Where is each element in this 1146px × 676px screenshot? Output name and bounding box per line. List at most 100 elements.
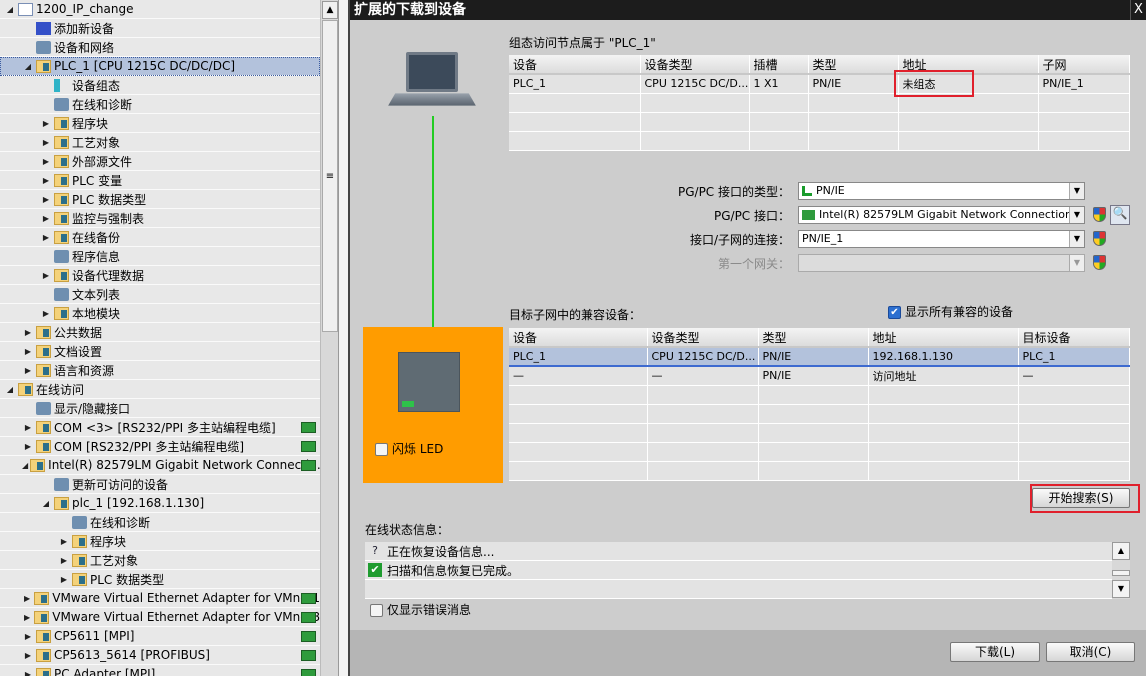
column-header[interactable]: 类型 [808, 55, 899, 75]
tree-item[interactable]: 更新可访问的设备 [0, 475, 320, 494]
tree-item[interactable]: ◢ Intel(R) 82579LM Gigabit Network Connec… [0, 456, 320, 475]
tree-item[interactable]: ▶ 本地模块 [0, 304, 320, 323]
tree-item[interactable]: ▶ PLC 数据类型 [0, 570, 320, 589]
table-row[interactable] [509, 131, 1130, 151]
column-header[interactable]: 插槽 [749, 55, 809, 75]
column-header[interactable]: 设备类型 [640, 55, 750, 75]
column-header[interactable]: 设备 [509, 328, 648, 348]
tree-item[interactable]: ▶ VMware Virtual Ethernet Adapter for VMn… [0, 589, 320, 608]
expanded-arrow-icon[interactable]: ◢ [4, 385, 16, 394]
gateway-select[interactable]: ▼ [798, 254, 1085, 272]
column-header[interactable]: 子网 [1038, 55, 1130, 75]
subnet-connection-select[interactable]: PN/IE_1 ▼ [798, 230, 1085, 248]
collapsed-arrow-icon[interactable]: ▶ [40, 157, 52, 166]
collapsed-arrow-icon[interactable]: ▶ [22, 347, 34, 356]
tree-item[interactable]: ▶ 程序块 [0, 114, 320, 133]
show-all-checkbox[interactable]: ✔ 显示所有兼容的设备 [888, 303, 1013, 320]
tree-item[interactable]: 在线和诊断 [0, 513, 320, 532]
tree-item[interactable]: ▶ 工艺对象 [0, 551, 320, 570]
tree-item[interactable]: ▶ CP5611 [MPI] [0, 627, 320, 646]
tree-item[interactable]: 添加新设备 [0, 19, 320, 38]
collapsed-arrow-icon[interactable]: ▶ [40, 176, 52, 185]
tree-item[interactable]: ▶ 程序块 [0, 532, 320, 551]
table-row[interactable] [509, 404, 1130, 424]
table-row[interactable] [509, 385, 1130, 405]
tree-item[interactable]: ▶ CP5613_5614 [PROFIBUS] [0, 646, 320, 665]
column-header[interactable]: 设备 [509, 55, 641, 75]
pgpc-interface-select[interactable]: Intel(R) 82579LM Gigabit Network Connect… [798, 206, 1085, 224]
column-header[interactable]: 地址 [868, 328, 1019, 348]
tree-item[interactable]: ◢ 在线访问 [0, 380, 320, 399]
cancel-button[interactable]: 取消(C) [1046, 642, 1135, 662]
tree-item[interactable]: ▶ PLC 变量 [0, 171, 320, 190]
collapsed-arrow-icon[interactable]: ▶ [22, 651, 34, 660]
collapsed-arrow-icon[interactable]: ▶ [40, 233, 52, 242]
tree-item[interactable]: 显示/隐藏接口 [0, 399, 320, 418]
download-button[interactable]: 下载(L) [950, 642, 1040, 662]
collapsed-arrow-icon[interactable]: ▶ [22, 632, 34, 641]
collapsed-arrow-icon[interactable]: ▶ [40, 195, 52, 204]
table-row[interactable] [509, 461, 1130, 481]
status-scrollbar[interactable]: ▲ ▼ [1112, 542, 1130, 599]
scroll-up-button[interactable]: ▲ [322, 1, 338, 19]
collapsed-arrow-icon[interactable]: ▶ [40, 214, 52, 223]
errors-only-checkbox[interactable]: 仅显示错误消息 [370, 601, 471, 618]
collapsed-arrow-icon[interactable]: ▶ [40, 271, 52, 280]
column-header[interactable]: 目标设备 [1018, 328, 1130, 348]
tree-item[interactable]: ▶ COM [RS232/PPI 多主站编程电缆] [0, 437, 320, 456]
collapsed-arrow-icon[interactable]: ▶ [58, 556, 70, 565]
collapsed-arrow-icon[interactable]: ▶ [22, 613, 32, 622]
collapsed-arrow-icon[interactable]: ▶ [40, 138, 52, 147]
tree-scrollbar[interactable]: ▲ ≡ [320, 0, 338, 676]
scroll-down-button[interactable]: ▼ [1112, 580, 1130, 598]
collapsed-arrow-icon[interactable]: ▶ [22, 328, 34, 337]
table-row[interactable] [509, 423, 1130, 443]
tree-item[interactable]: ▶ 公共数据 [0, 323, 320, 342]
tree-item[interactable]: ▶ 监控与强制表 [0, 209, 320, 228]
tree-item[interactable]: ◢ plc_1 [192.168.1.130] [0, 494, 320, 513]
collapsed-arrow-icon[interactable]: ▶ [58, 575, 70, 584]
tree-item[interactable]: ▶ 文档设置 [0, 342, 320, 361]
tree-item[interactable]: ▶ PC Adapter [MPI] [0, 665, 320, 676]
table-row[interactable]: — — PN/IE 访问地址 — [509, 366, 1130, 386]
table-row[interactable]: PLC_1 CPU 1215C DC/D... PN/IE 192.168.1.130… [509, 346, 1130, 367]
tree-item[interactable]: 程序信息 [0, 247, 320, 266]
collapsed-arrow-icon[interactable]: ▶ [22, 670, 34, 676]
pgpc-type-select[interactable]: PN/IE ▼ [798, 182, 1085, 200]
collapsed-arrow-icon[interactable]: ▶ [40, 309, 52, 318]
tree-item[interactable]: ▶ 工艺对象 [0, 133, 320, 152]
tree-item[interactable]: 设备组态 [0, 76, 320, 95]
collapsed-arrow-icon[interactable]: ▶ [40, 119, 52, 128]
tree-item[interactable]: 文本列表 [0, 285, 320, 304]
tree-item[interactable]: ◢ PLC_1 [CPU 1215C DC/DC/DC] [0, 57, 320, 76]
tree-item[interactable]: 设备和网络 [0, 38, 320, 57]
table-row[interactable] [509, 442, 1130, 462]
search-interface-button[interactable]: 🔍 [1110, 205, 1130, 225]
tree-item[interactable]: ◢ 1200_IP_change [0, 0, 320, 19]
table-row[interactable] [509, 112, 1130, 132]
column-header[interactable]: 设备类型 [647, 328, 759, 348]
scroll-thumb[interactable] [1112, 570, 1130, 576]
tree-item[interactable]: 在线和诊断 [0, 95, 320, 114]
scroll-thumb[interactable]: ≡ [322, 20, 338, 332]
column-header[interactable]: 类型 [758, 328, 869, 348]
collapsed-arrow-icon[interactable]: ▶ [22, 594, 32, 603]
expanded-arrow-icon[interactable]: ◢ [22, 62, 34, 71]
collapsed-arrow-icon[interactable]: ▶ [22, 366, 34, 375]
flash-led-checkbox[interactable]: 闪烁 LED [375, 440, 443, 457]
scroll-up-button[interactable]: ▲ [1112, 542, 1130, 560]
table-row[interactable] [509, 93, 1130, 113]
tree-item[interactable]: ▶ COM <3> [RS232/PPI 多主站编程电缆] [0, 418, 320, 437]
close-button[interactable]: X [1130, 0, 1146, 20]
collapsed-arrow-icon[interactable]: ▶ [22, 442, 34, 451]
collapsed-arrow-icon[interactable]: ▶ [22, 423, 34, 432]
table-row[interactable]: PLC_1 CPU 1215C DC/D... 1 X1 PN/IE 未组态 PN/IE_… [509, 74, 1130, 94]
expanded-arrow-icon[interactable]: ◢ [4, 5, 16, 14]
tree-item[interactable]: ▶ 外部源文件 [0, 152, 320, 171]
tree-item[interactable]: ▶ VMware Virtual Ethernet Adapter for VMn… [0, 608, 320, 627]
tree-item[interactable]: ▶ PLC 数据类型 [0, 190, 320, 209]
expanded-arrow-icon[interactable]: ◢ [40, 499, 52, 508]
tree-item[interactable]: ▶ 语言和资源 [0, 361, 320, 380]
expanded-arrow-icon[interactable]: ◢ [22, 461, 28, 470]
tree-item[interactable]: ▶ 设备代理数据 [0, 266, 320, 285]
